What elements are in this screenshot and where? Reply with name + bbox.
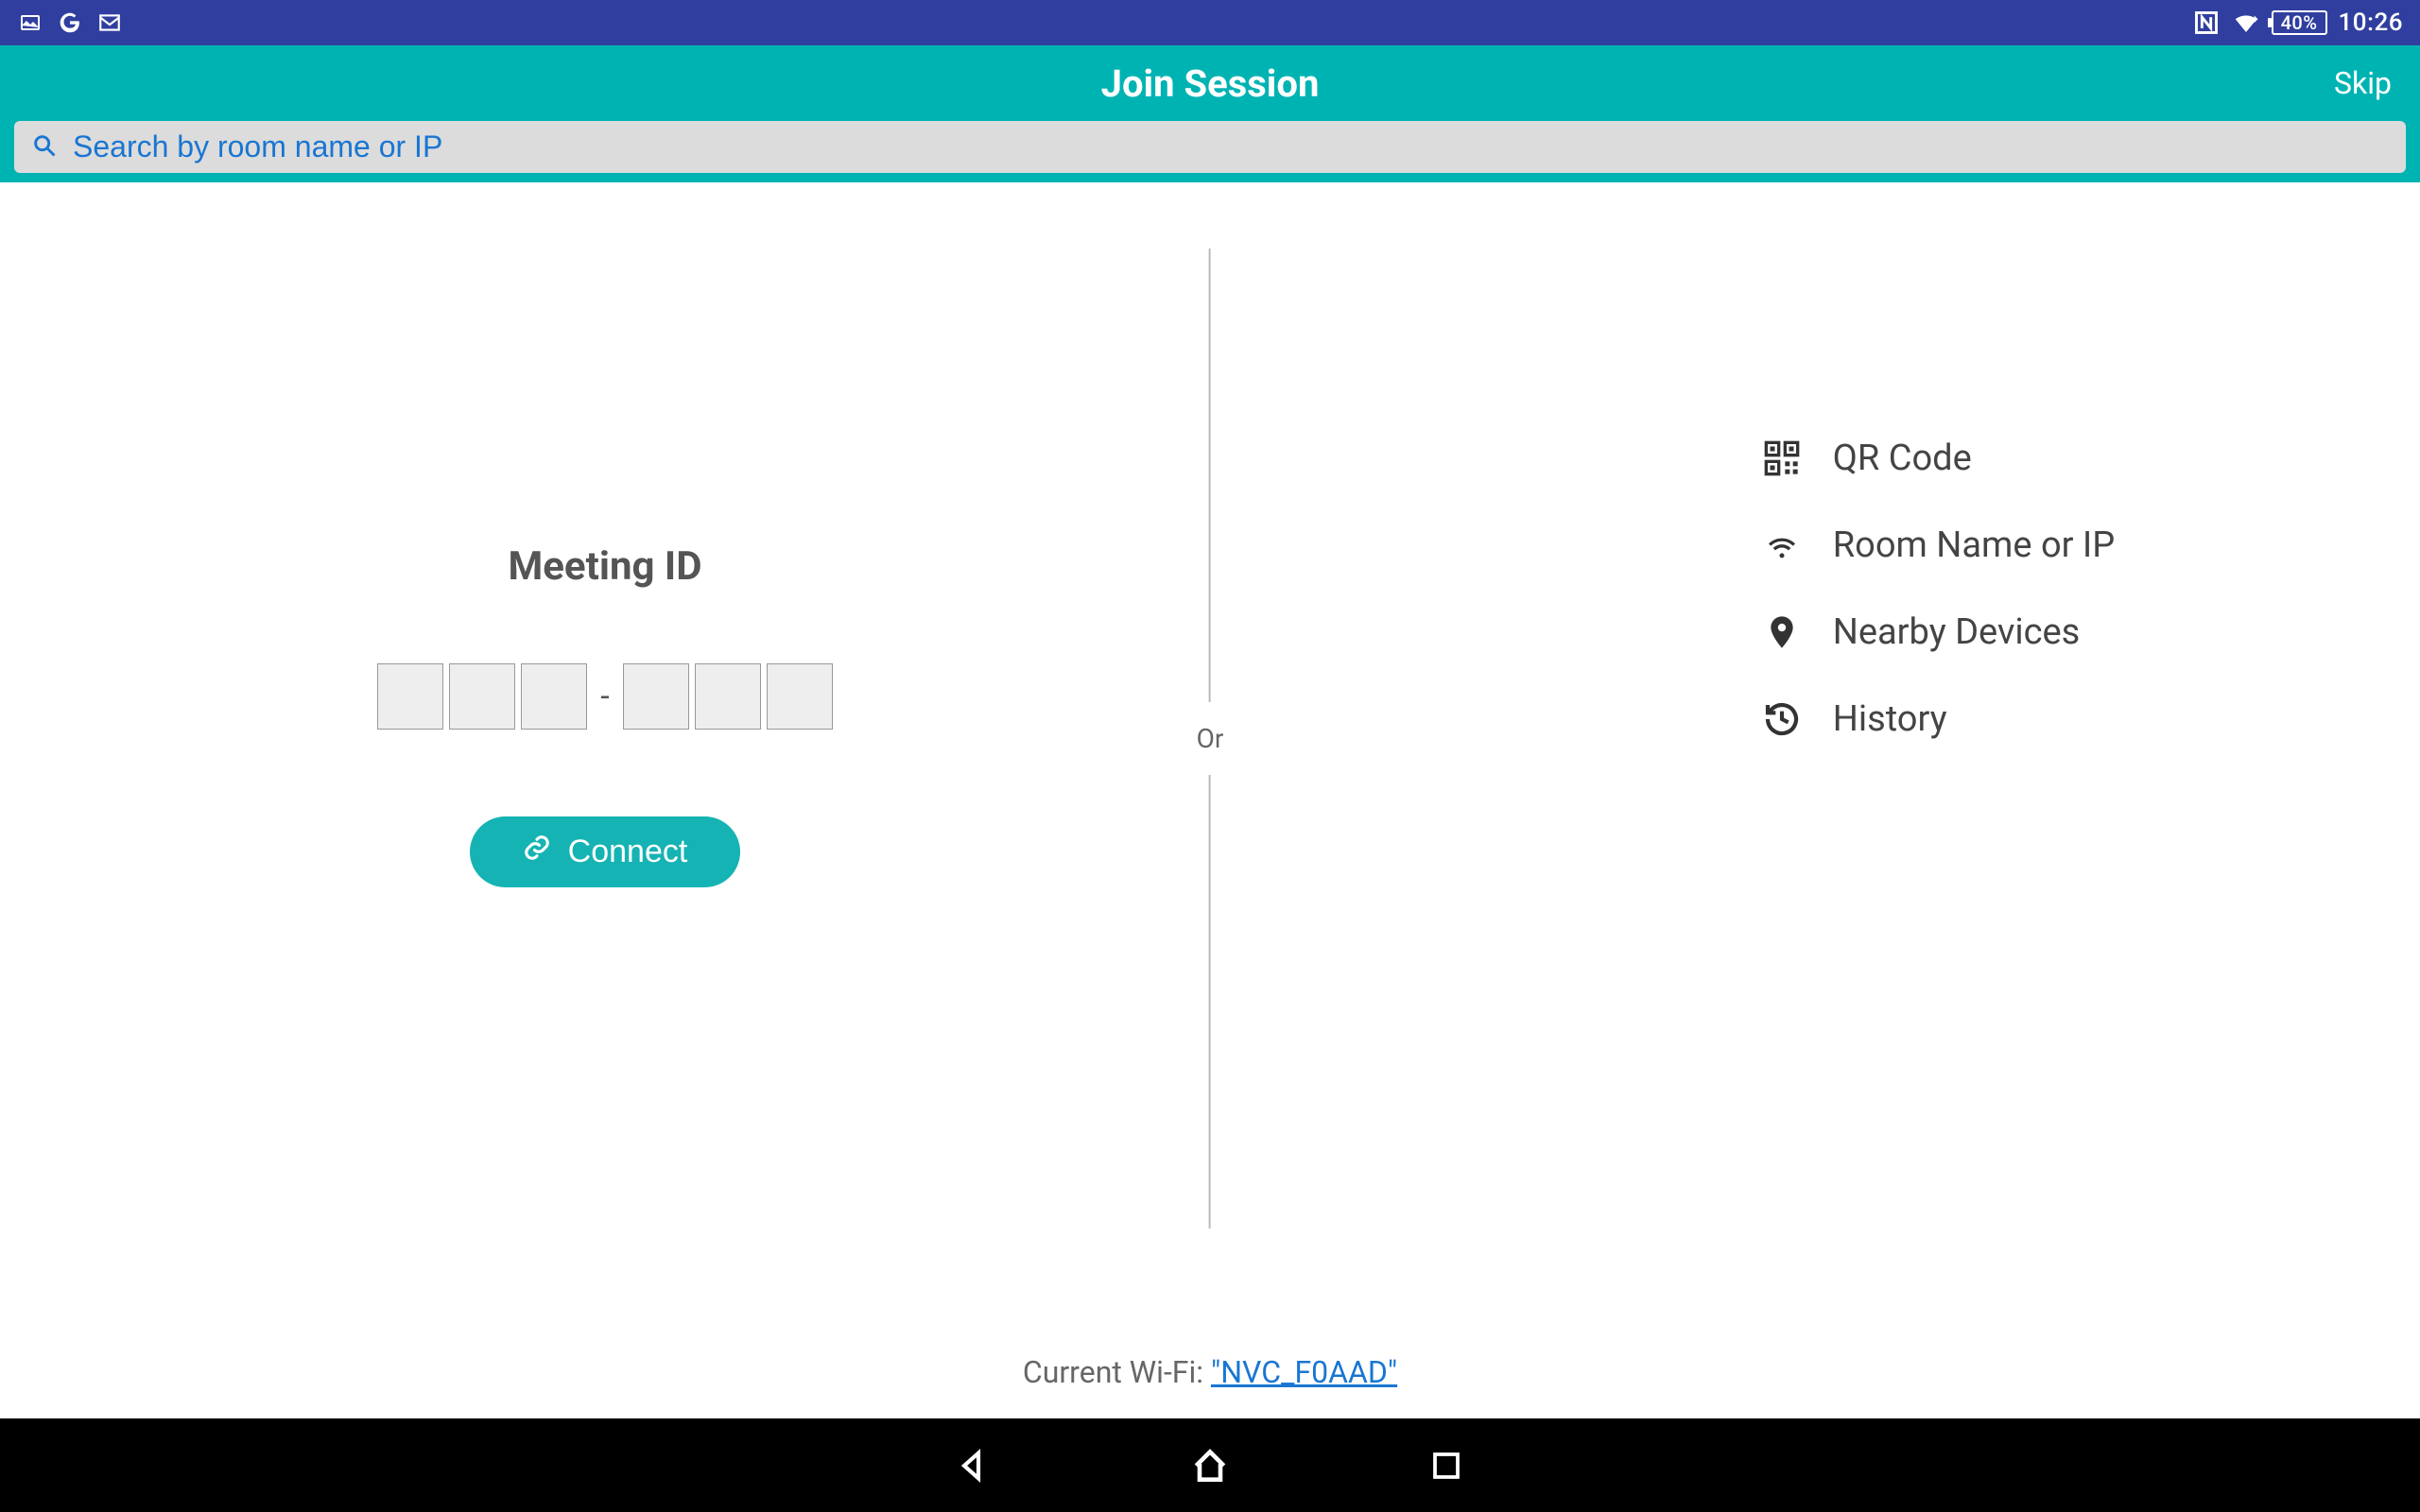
page-title: Join Session — [1101, 61, 1320, 106]
meeting-id-digit-2[interactable] — [449, 663, 515, 730]
nfc-icon — [2192, 9, 2221, 37]
status-left — [17, 9, 123, 36]
image-notification-icon — [17, 9, 43, 36]
home-button[interactable] — [1186, 1442, 1234, 1489]
left-pane: Meeting ID - Connect — [0, 182, 1210, 1418]
divider-line-top — [1209, 249, 1211, 702]
recents-button[interactable] — [1423, 1442, 1470, 1489]
option-label: QR Code — [1833, 438, 1972, 479]
clock: 10:26 — [2339, 9, 2403, 37]
divider-line-bottom — [1209, 775, 1211, 1228]
meeting-id-digit-6[interactable] — [767, 663, 833, 730]
meeting-id-label: Meeting ID — [508, 543, 701, 590]
back-button[interactable] — [950, 1442, 997, 1489]
join-options-list: QR Code Room Name or IP Nearby Devices H… — [1761, 12, 2115, 740]
current-wifi-line: Current Wi-Fi: "NVC_F0AAD" — [1023, 1354, 1397, 1390]
meeting-id-dash: - — [593, 678, 616, 715]
meeting-id-section: Meeting ID - Connect — [377, 543, 832, 887]
skip-button[interactable]: Skip — [2334, 65, 2392, 101]
option-room-name-ip[interactable]: Room Name or IP — [1761, 524, 2115, 566]
right-pane: QR Code Room Name or IP Nearby Devices H… — [1210, 182, 2420, 1418]
option-qr-code[interactable]: QR Code — [1761, 438, 2115, 479]
mail-notification-icon — [96, 9, 123, 36]
connect-button-label: Connect — [568, 833, 688, 870]
wifi-prefix: Current Wi-Fi: — [1023, 1354, 1211, 1390]
center-divider: Or — [1197, 249, 1224, 1228]
wifi-status-icon — [2232, 9, 2260, 37]
option-label: Nearby Devices — [1833, 611, 2081, 653]
option-history[interactable]: History — [1761, 698, 2115, 740]
option-nearby-devices[interactable]: Nearby Devices — [1761, 611, 2115, 653]
main-content: Meeting ID - Connect Or — [0, 182, 2420, 1418]
google-icon — [57, 9, 83, 36]
battery-indicator: 40% — [2272, 10, 2327, 35]
connect-button[interactable]: Connect — [470, 816, 741, 887]
option-label: Room Name or IP — [1833, 524, 2115, 566]
meeting-id-digit-1[interactable] — [377, 663, 443, 730]
status-right: 40% 10:26 — [2192, 9, 2403, 37]
meeting-id-digit-5[interactable] — [695, 663, 761, 730]
qr-code-icon — [1761, 438, 1803, 479]
location-pin-icon — [1761, 611, 1803, 653]
divider-or-label: Or — [1197, 702, 1224, 775]
meeting-id-digit-4[interactable] — [623, 663, 689, 730]
meeting-id-digit-3[interactable] — [521, 663, 587, 730]
android-nav-bar — [0, 1418, 2420, 1512]
history-icon — [1761, 698, 1803, 740]
wifi-ssid-link[interactable]: "NVC_F0AAD" — [1211, 1354, 1397, 1390]
meeting-id-input-row: - — [377, 663, 832, 730]
search-icon — [31, 132, 58, 163]
wifi-icon — [1761, 524, 1803, 566]
link-icon — [523, 833, 551, 870]
option-label: History — [1833, 698, 1947, 740]
